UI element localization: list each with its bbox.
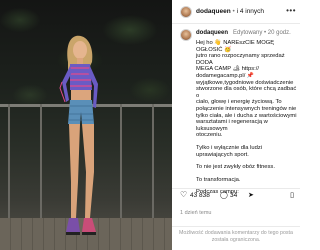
post-actions: ♡ 43 838 ◯ 34 ➤ ▯ [172,188,300,202]
caption-line: Hej ho 👋 NAREszCIE MOGĘ OGŁOSIĆ 🥳 [196,40,275,53]
railing-post [40,104,42,222]
caption-line: stworzone dla osób, które chcą zadbać o [196,86,297,99]
caption-username[interactable]: dodaqueen [196,30,228,36]
post-side-panel: dodaqueen • i 4 innych ••• dodaqueen Edy… [172,0,300,250]
post-photo[interactable] [0,0,172,250]
caption-avatar[interactable] [180,29,192,41]
header-collab[interactable]: i 4 innych [237,8,264,15]
caption-line: dodamegacamp.pl/ 📌 [196,72,255,79]
header-username[interactable]: dodaqueen [196,8,231,15]
caption-text: Hej ho 👋 NAREszCIE MOGĘ OGŁOSIĆ 🥳 jutro … [196,40,298,196]
caption-line: połączenie intensywnych treningów nie [196,105,297,112]
post-header: dodaqueen • i 4 innych ••• [172,0,300,24]
avatar[interactable] [180,6,192,18]
share-icon[interactable]: ➤ [248,191,254,199]
header-text: dodaqueen • i 4 innych [196,7,264,16]
caption-line: tylko ciała, ale i ducha z wartościowymi [196,112,297,119]
caption-line: wyjątkowe,tygodniowe doświadczenie [196,79,294,86]
caption-line: jutro rano rozpoczynamy sprzedaż DODA [196,53,285,66]
bookmark-icon[interactable]: ▯ [290,191,294,199]
caption-line: otoczeniu. [196,132,223,139]
header-separator: • [232,8,235,15]
railing-post [152,104,154,222]
caption-paragraph: To nie jest zwykły obóz fitness. [196,164,275,171]
caption-line: MEGA CAMP 🏕 https:// [196,66,259,73]
caption-paragraph: Tylko i wyłącznie dla ludzi uprawiającyc… [196,144,263,158]
edited-label: Edytowany • 20 godz. [233,30,291,36]
railing-post [120,104,122,222]
caption-paragraph: To transformacja. [196,176,241,183]
railing-post [8,104,10,222]
comments-restricted-note: Możliwość dodawania komentarzy do tego p… [172,226,300,250]
heart-icon[interactable]: ♡ [180,190,187,199]
caption-line: warsztatami i regeneracją w luksusowym [196,119,268,132]
person-figure [59,35,98,235]
likes-count[interactable]: 43 838 [190,192,210,199]
caption-line: ciało, głowę i energię życiową. To [196,99,282,106]
post-time: 1 dzień temu [180,210,212,216]
caption-header: dodaqueen Edytowany • 20 godz. [172,26,300,41]
comments-count: 34 [230,192,238,199]
more-icon[interactable]: ••• [286,6,296,15]
comment-icon[interactable]: ◯ [220,191,228,199]
